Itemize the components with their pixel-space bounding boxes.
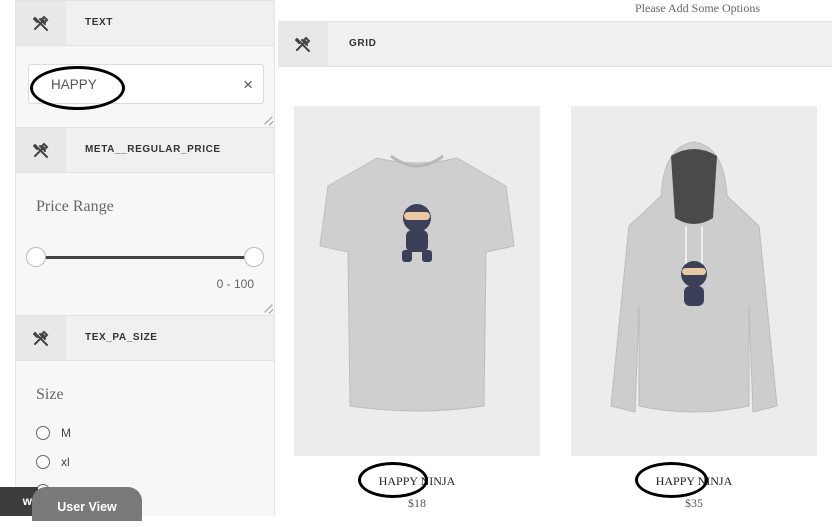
price-range-value: 0 - 100 bbox=[216, 277, 254, 291]
annotation-ellipse-title bbox=[358, 462, 428, 498]
product-image-hoodie[interactable] bbox=[571, 106, 817, 456]
size-filter-header[interactable]: TEX_PA_SIZE bbox=[16, 315, 274, 361]
price-range-label: Price Range bbox=[36, 198, 114, 215]
text-filter-title: TEXT bbox=[85, 17, 113, 28]
price-slider-track[interactable] bbox=[36, 256, 254, 259]
resize-handle[interactable] bbox=[264, 304, 273, 313]
size-radio-m[interactable] bbox=[36, 426, 50, 440]
size-option-label: M bbox=[61, 426, 71, 440]
options-note: Please Add Some Options bbox=[635, 1, 760, 15]
tools-icon[interactable] bbox=[16, 316, 66, 360]
size-option-label: xl bbox=[61, 455, 70, 469]
size-filter-title: TEX_PA_SIZE bbox=[85, 332, 158, 343]
product-price: $18 bbox=[408, 496, 426, 510]
tools-icon[interactable] bbox=[16, 1, 66, 45]
text-filter-header[interactable]: TEXT bbox=[16, 0, 274, 46]
tools-icon[interactable] bbox=[16, 128, 66, 172]
price-slider-max-handle[interactable] bbox=[244, 247, 264, 267]
filter-sidebar: TEXT HAPPY × META__REGULAR_PRICE Price R… bbox=[15, 0, 275, 516]
annotation-ellipse-title bbox=[635, 462, 708, 498]
close-icon[interactable]: × bbox=[243, 65, 253, 105]
resize-handle[interactable] bbox=[264, 116, 273, 125]
price-slider-min-handle[interactable] bbox=[26, 247, 46, 267]
size-label: Size bbox=[36, 386, 64, 403]
product-price: $35 bbox=[685, 496, 703, 510]
product-image-tshirt[interactable] bbox=[294, 106, 540, 456]
size-radio-xl[interactable] bbox=[36, 455, 50, 469]
left-edge-strip bbox=[0, 0, 14, 516]
grid-title: GRID bbox=[349, 38, 377, 49]
price-filter-header[interactable]: META__REGULAR_PRICE bbox=[16, 127, 274, 173]
price-filter-title: META__REGULAR_PRICE bbox=[85, 144, 221, 155]
options-bar: Please Add Some Options bbox=[278, 0, 832, 22]
tools-icon[interactable] bbox=[278, 22, 328, 66]
grid-header[interactable]: GRID bbox=[278, 22, 832, 67]
annotation-ellipse-input bbox=[30, 66, 125, 110]
